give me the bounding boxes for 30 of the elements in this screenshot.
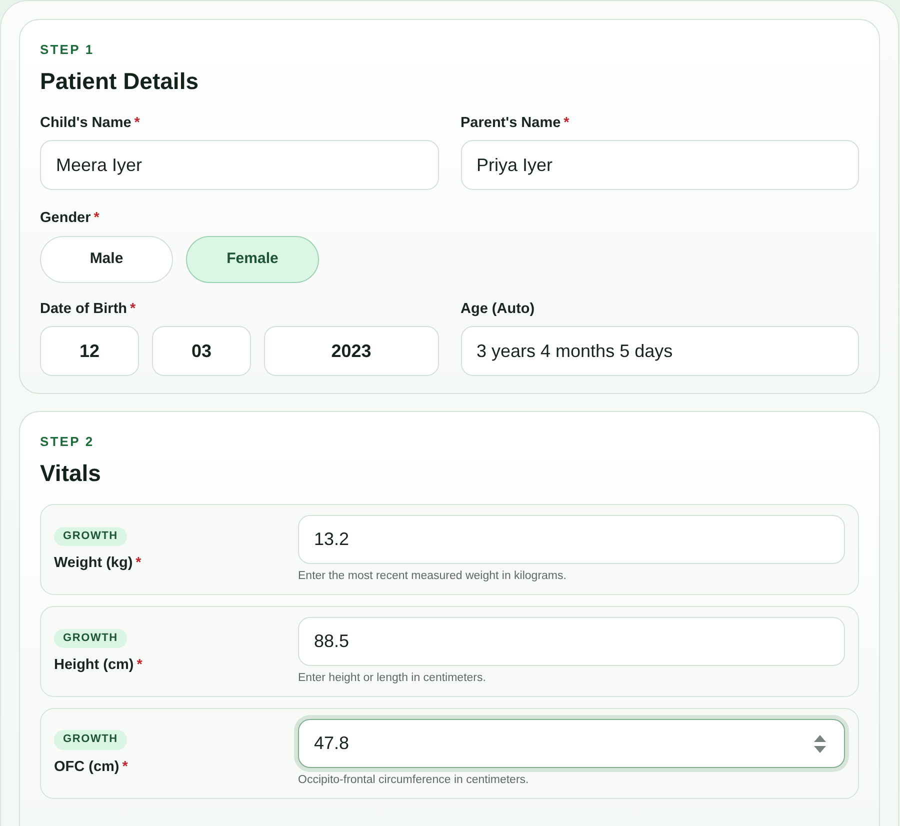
- field-label: Age (Auto): [460, 300, 535, 318]
- help-text: Occipito-frontal circumference in centimeters.: [298, 774, 529, 788]
- field-label: Weight (kg) *: [54, 554, 142, 572]
- help-text: Enter height or length in centimeters.: [298, 672, 486, 686]
- section-title: Patient Details: [40, 68, 198, 96]
- number-input[interactable]: 47.8: [298, 718, 845, 768]
- number-input[interactable]: 88.5: [298, 616, 845, 666]
- field-label: OFC (cm) *: [54, 758, 128, 776]
- step-label: STEP 1: [40, 42, 94, 58]
- category-tag: GROWTH: [54, 628, 127, 648]
- field-label: Child's Name *: [40, 115, 140, 132]
- field-label: Parent's Name *: [460, 115, 570, 132]
- name-input[interactable]: Priya Iyer: [460, 140, 859, 190]
- gender-option[interactable]: Male: [40, 236, 173, 283]
- help-text: Enter the most recent measured weight in kilograms.: [298, 570, 566, 584]
- step-label: STEP 2: [40, 434, 94, 450]
- name-input[interactable]: Meera Iyer: [40, 140, 438, 190]
- spinner-icon[interactable]: [814, 734, 826, 753]
- number-input[interactable]: 13.2: [298, 515, 845, 564]
- category-tag: GROWTH: [54, 526, 127, 546]
- day-input[interactable]: 12: [40, 326, 139, 376]
- field-label: Date of Birth *: [40, 300, 136, 318]
- gender-option[interactable]: Female: [186, 236, 319, 283]
- age-input[interactable]: 3 years 4 months 5 days: [460, 326, 859, 376]
- field-label: Height (cm) *: [54, 656, 142, 674]
- field-label: Gender *: [40, 210, 100, 228]
- section-title: Vitals: [40, 460, 101, 488]
- category-tag: GROWTH: [54, 730, 127, 750]
- year-input[interactable]: 2023: [264, 326, 438, 376]
- month-input[interactable]: 03: [152, 326, 251, 376]
